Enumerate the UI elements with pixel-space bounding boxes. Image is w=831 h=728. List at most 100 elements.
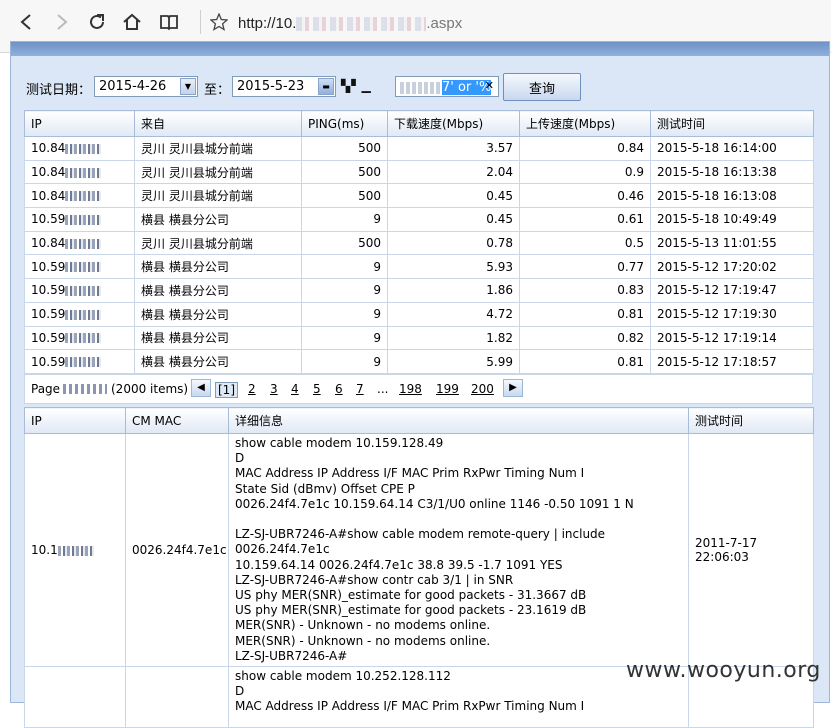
from-cell: 横县 横县分公司: [134, 349, 302, 374]
page-content: 测试日期： 2015-4-26 ▼ 至： 2015-5-23 ▬ ▚▘▁ 7' …: [0, 41, 831, 728]
ping-cell: 500: [301, 230, 388, 256]
page-link[interactable]: 6: [335, 382, 343, 396]
forward-icon[interactable]: [50, 10, 74, 34]
page-label: Page: [31, 382, 61, 396]
page-link[interactable]: 7: [356, 382, 364, 396]
ip-cell: 10.84: [24, 136, 135, 161]
query-button[interactable]: 查询: [503, 73, 581, 101]
redacted-ip: [65, 357, 102, 368]
from-cell: 横县 横县分公司: [134, 207, 302, 232]
from-cell: 灵川 灵川县城分前端: [134, 230, 302, 256]
ping-cell: 9: [301, 349, 388, 374]
detail-cell: show cable modem 10.159.128.49 D MAC Add…: [228, 432, 689, 668]
table-row: 10.84 灵川 灵川县城分前端 500 0.78 0.5 2015-5-13 11:01…: [24, 230, 814, 256]
start-date-field[interactable]: 2015-4-26 ▼: [94, 76, 198, 97]
redacted-label: ▚▘▁: [341, 79, 372, 93]
column-header[interactable]: 来自: [134, 110, 302, 137]
panel-header: [11, 42, 829, 56]
upload-cell: 0.5: [519, 230, 651, 256]
ip-cell: 10.59: [24, 207, 135, 232]
search-input[interactable]: 7' or '% ✕: [395, 76, 499, 97]
page-link[interactable]: 198: [399, 382, 422, 396]
download-cell: 1.82: [387, 325, 520, 351]
column-header[interactable]: PING(ms): [301, 110, 388, 137]
redacted-url-segment: [296, 17, 427, 32]
chevron-down-icon[interactable]: ▬: [318, 78, 334, 95]
home-icon[interactable]: [120, 10, 144, 34]
time-cell: 2015-5-12 17:19:47: [650, 278, 814, 303]
download-cell: 5.93: [387, 254, 520, 280]
table-row: 10.59 横县 横县分公司 9 1.86 0.83 2015-5-12 17:19:47: [24, 278, 814, 303]
date-label: 测试日期：: [26, 83, 92, 98]
column-header[interactable]: 测试时间: [650, 110, 814, 137]
favorite-star-icon[interactable]: [207, 10, 231, 34]
redacted-ip: [65, 262, 102, 273]
mac-cell: [125, 666, 229, 728]
to-label: 至：: [204, 83, 231, 98]
redacted-ip: [65, 285, 102, 296]
ping-cell: 500: [301, 136, 388, 161]
column-header[interactable]: IP: [24, 110, 135, 137]
page-link[interactable]: 5: [313, 382, 321, 396]
upload-cell: 0.84: [519, 136, 651, 161]
ping-cell: 500: [301, 183, 388, 209]
download-cell: 2.04: [387, 159, 520, 185]
back-icon[interactable]: [14, 10, 38, 34]
speed-test-table: IP 来自 PING(ms) 下载速度(Mbps) 上传速度(Mbps) 测试时…: [24, 110, 814, 374]
download-cell: 0.45: [387, 183, 520, 209]
reload-icon[interactable]: [85, 10, 109, 34]
address-bar[interactable]: http://10. .aspx: [238, 15, 462, 32]
redacted-ip: [57, 545, 94, 556]
from-cell: 灵川 灵川县城分前端: [134, 183, 302, 209]
column-header[interactable]: 详细信息: [228, 407, 689, 434]
from-cell: 横县 横县分公司: [134, 301, 302, 327]
from-cell: 横县 横县分公司: [134, 325, 302, 351]
ping-cell: 9: [301, 325, 388, 351]
end-date-field[interactable]: 2015-5-23 ▬: [232, 76, 336, 97]
page-link[interactable]: 199: [436, 382, 459, 396]
page-link[interactable]: 2: [248, 382, 256, 396]
clear-icon[interactable]: ✕: [485, 79, 494, 92]
time-cell: 2015-5-13 11:01:55: [650, 230, 814, 256]
pager: Page (2000 items) ◀ [1] 2 3 4 5 6 7 ... …: [24, 374, 813, 404]
next-page-button[interactable]: ▶: [503, 379, 523, 397]
redacted-input-segment: [400, 81, 442, 94]
prev-page-button[interactable]: ◀: [191, 379, 211, 397]
upload-cell: 0.46: [519, 183, 651, 209]
reading-mode-icon[interactable]: [157, 10, 181, 34]
table-row: 10.59 横县 横县分公司 9 5.99 0.81 2015-5-12 17:18:57: [24, 349, 814, 374]
ip-cell: 10.1: [24, 432, 126, 668]
upload-cell: 0.61: [519, 207, 651, 232]
chevron-down-icon[interactable]: ▼: [180, 78, 196, 95]
upload-cell: 0.9: [519, 159, 651, 185]
table-row: 10.84 灵川 灵川县城分前端 500 3.57 0.84 2015-5-18 16:1…: [24, 136, 814, 161]
watermark: www.wooyun.org: [626, 658, 821, 683]
time-cell: 2015-5-18 16:13:38: [650, 159, 814, 185]
time-cell: 2015-5-12 17:20:02: [650, 254, 814, 280]
column-header[interactable]: 下载速度(Mbps): [387, 110, 520, 137]
ip-cell: 10.59: [24, 301, 135, 327]
page-link[interactable]: 3: [270, 382, 278, 396]
page-link[interactable]: 4: [291, 382, 299, 396]
column-header[interactable]: 上传速度(Mbps): [519, 110, 651, 137]
redacted-ip: [65, 143, 102, 154]
redacted-ip: [65, 333, 102, 344]
ip-cell: 10.59: [24, 254, 135, 280]
redacted-ip: [65, 191, 102, 202]
from-cell: 灵川 灵川县城分前端: [134, 136, 302, 161]
from-cell: 横县 横县分公司: [134, 278, 302, 303]
table-row: 10.1 0026.24f4.7e1c show cable modem 10.…: [24, 432, 814, 668]
ip-cell: 10.59: [24, 349, 135, 374]
page-link[interactable]: 200: [471, 382, 494, 396]
table-header-row: IP CM MAC 详细信息 测试时间: [24, 407, 814, 434]
mac-cell: 0026.24f4.7e1c: [125, 432, 229, 668]
ip-cell: 10.84: [24, 159, 135, 185]
download-cell: 1.86: [387, 278, 520, 303]
ip-cell: 10.59: [24, 278, 135, 303]
column-header[interactable]: IP: [24, 407, 126, 434]
column-header[interactable]: CM MAC: [125, 407, 229, 434]
ping-cell: 9: [301, 278, 388, 303]
from-cell: 灵川 灵川县城分前端: [134, 159, 302, 185]
redacted-ip: [65, 214, 102, 225]
column-header[interactable]: 测试时间: [688, 407, 814, 434]
